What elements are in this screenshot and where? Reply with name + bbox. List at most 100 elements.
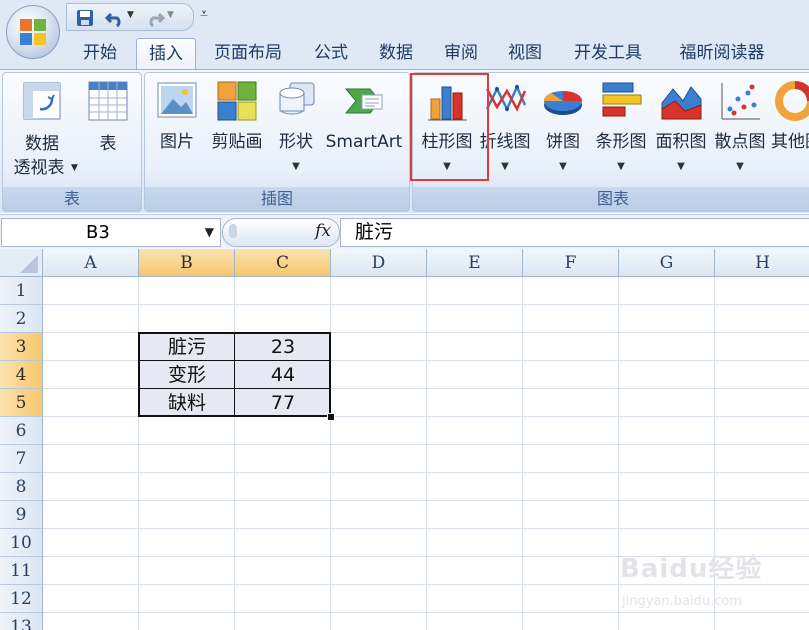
pivot-table-button[interactable]: 数据 透视表 ▼ [7, 75, 78, 183]
other-charts-label: 其他图 [771, 132, 809, 152]
resize-handle-icon[interactable] [229, 224, 237, 238]
office-logo-icon [20, 19, 46, 45]
clipart-label: 剪贴画 [211, 132, 263, 152]
formula-input[interactable]: 脏污 [340, 218, 809, 247]
row-header-10[interactable]: 10 [0, 529, 43, 557]
row-header-1[interactable]: 1 [0, 277, 43, 305]
row-header-9[interactable]: 9 [0, 501, 43, 529]
picture-button[interactable]: 图片 [151, 75, 203, 183]
area-chart-dropdown-icon: ▼ [677, 161, 685, 172]
row-header-5[interactable]: 5 [0, 389, 43, 417]
shapes-dropdown-icon: ▼ [292, 161, 300, 172]
tab-data[interactable]: 数据 [366, 38, 426, 68]
watermark-logo: Baidu经验 [620, 554, 763, 584]
pie-chart-icon [543, 91, 582, 115]
redo-icon[interactable] [145, 8, 165, 28]
customize-icon[interactable]: ⩡ [200, 6, 208, 22]
smartart-icon [344, 88, 383, 114]
pivot-table-dropdown-icon: ▼ [71, 163, 78, 173]
column-header-b[interactable]: B [139, 249, 235, 277]
office-button[interactable] [6, 5, 60, 59]
bar-chart-icon [602, 82, 642, 117]
cell-b4[interactable]: 变形 [139, 361, 235, 389]
cell-c4[interactable]: 44 [235, 361, 331, 389]
column-chart-highlight [410, 73, 489, 181]
shapes-icon [279, 82, 315, 115]
picture-label: 图片 [160, 132, 194, 152]
row-header-11[interactable]: 11 [0, 557, 43, 585]
tab-page-layout[interactable]: 页面布局 [200, 38, 296, 68]
row-header-12[interactable]: 12 [0, 585, 43, 613]
table-divider [138, 360, 331, 361]
cell-b5[interactable]: 缺料 [139, 389, 235, 417]
undo-icon[interactable] [105, 8, 125, 28]
tab-insert[interactable]: 插入 [136, 38, 196, 72]
group-illustrations-label: 插图 [145, 187, 409, 211]
table-button[interactable]: 表 [79, 75, 137, 183]
undo-dropdown-icon[interactable]: ▼ [127, 10, 134, 20]
clipart-button[interactable]: 剪贴画 [205, 75, 269, 183]
column-header-f[interactable]: F [523, 249, 619, 277]
clipart-icon [217, 81, 257, 121]
smartart-label: SmartArt [325, 132, 403, 152]
tab-home[interactable]: 开始 [70, 38, 130, 68]
group-tables: 数据 透视表 ▼ 表 表 [2, 72, 142, 212]
picture-icon [157, 82, 197, 118]
line-chart-dropdown-icon: ▼ [501, 161, 509, 172]
insert-function-button[interactable]: fx [315, 221, 331, 241]
table-divider [138, 388, 331, 389]
table-divider [234, 332, 235, 417]
other-charts-icon [775, 81, 809, 121]
other-charts-button[interactable]: 其他图 [769, 75, 809, 183]
pie-chart-button[interactable]: 饼图 ▼ [535, 75, 591, 183]
column-header-e[interactable]: E [427, 249, 523, 277]
shapes-button[interactable]: 形状 ▼ [269, 75, 323, 183]
group-charts-label: 图表 [413, 187, 809, 211]
redo-dropdown-icon[interactable]: ▼ [167, 10, 174, 20]
tab-formulas[interactable]: 公式 [302, 38, 360, 68]
name-box-dropdown-icon[interactable]: ▼ [205, 219, 214, 246]
scatter-chart-icon [721, 83, 760, 120]
shapes-label: 形状 [279, 132, 313, 152]
name-box[interactable]: B3 ▼ [1, 218, 221, 247]
tab-developer[interactable]: 开发工具 [560, 38, 656, 68]
smartart-button[interactable]: SmartArt [323, 75, 405, 183]
cell-c5[interactable]: 77 [235, 389, 331, 417]
row-header-2[interactable]: 2 [0, 305, 43, 333]
cell-b3[interactable]: 脏污 [139, 333, 235, 361]
pie-chart-dropdown-icon: ▼ [559, 161, 567, 172]
cell-c3[interactable]: 23 [235, 333, 331, 361]
fill-handle[interactable] [327, 413, 335, 421]
select-all-triangle-icon [20, 255, 38, 273]
scatter-chart-button[interactable]: 散点图 ▼ [711, 75, 769, 183]
row-header-8[interactable]: 8 [0, 473, 43, 501]
tab-review[interactable]: 审阅 [432, 38, 490, 68]
watermark-url: jingyan.baidu.com [622, 594, 742, 609]
bar-chart-label: 条形图 [595, 132, 647, 152]
select-all-button[interactable] [0, 249, 43, 277]
row-header-6[interactable]: 6 [0, 417, 43, 445]
column-header-g[interactable]: G [619, 249, 715, 277]
row-header-13[interactable]: 13 [0, 613, 43, 630]
row-header-7[interactable]: 7 [0, 445, 43, 473]
row-header-3[interactable]: 3 [0, 333, 43, 361]
area-chart-button[interactable]: 面积图 ▼ [651, 75, 711, 183]
table-icon [88, 81, 128, 121]
column-header-a[interactable]: A [43, 249, 139, 277]
formula-bar: B3 ▼ fx 脏污 [0, 214, 809, 250]
column-header-d[interactable]: D [331, 249, 427, 277]
column-header-h[interactable]: H [715, 249, 809, 277]
bar-chart-button[interactable]: 条形图 ▼ [591, 75, 651, 183]
quick-access-toolbar: ▼ ▼ [66, 3, 194, 31]
table-label: 表 [99, 134, 117, 154]
pivot-table-label-2: 透视表 [13, 158, 65, 178]
insert-function-area: fx [222, 218, 340, 247]
bar-chart-dropdown-icon: ▼ [617, 161, 625, 172]
area-chart-icon [661, 86, 702, 120]
tab-view[interactable]: 视图 [496, 38, 554, 68]
name-box-value: B3 [86, 222, 110, 243]
tab-foxit-reader[interactable]: 福昕阅读器 [662, 38, 782, 68]
save-icon[interactable] [75, 8, 95, 28]
column-header-c[interactable]: C [235, 249, 331, 277]
row-header-4[interactable]: 4 [0, 361, 43, 389]
